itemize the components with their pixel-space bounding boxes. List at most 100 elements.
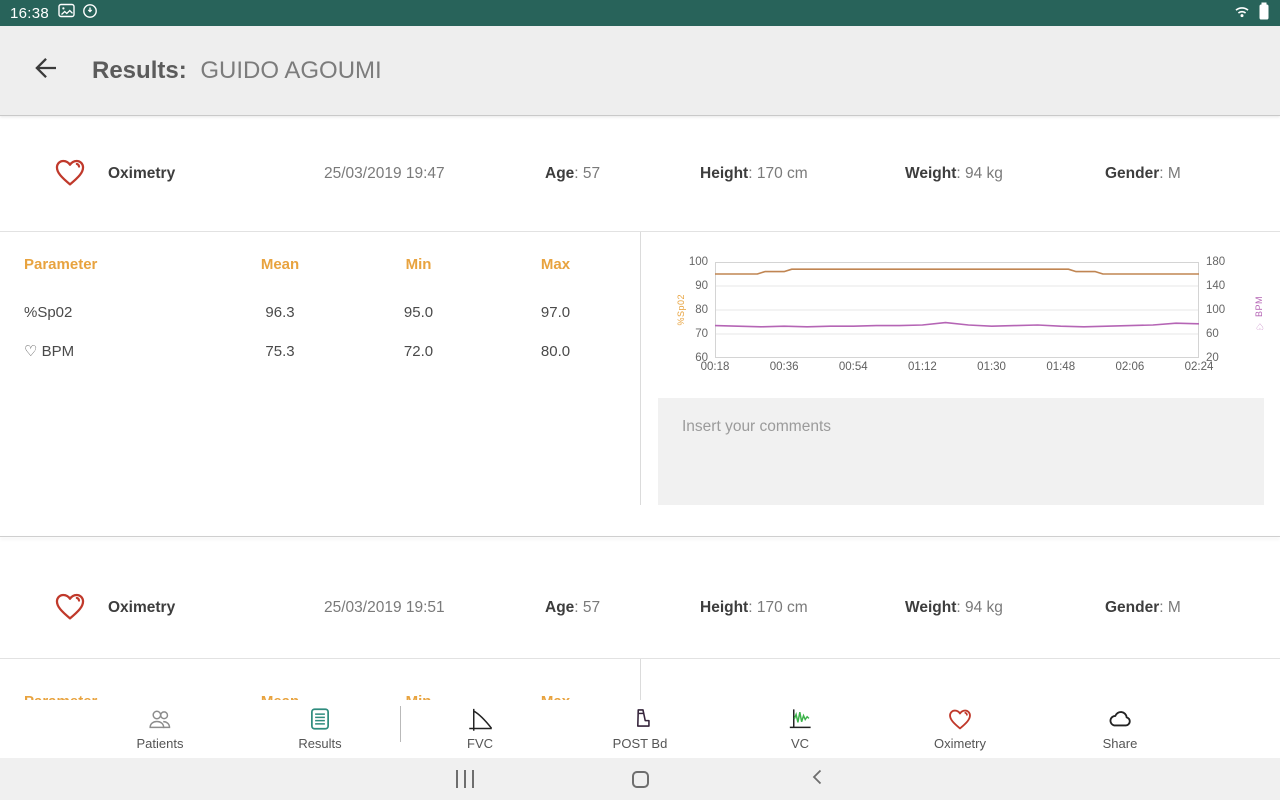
test-datetime: 25/03/2019 19:47 bbox=[306, 165, 540, 183]
age-label: Age bbox=[545, 599, 574, 616]
nav-item-label: FVC bbox=[467, 736, 493, 751]
max-value: 80.0 bbox=[487, 343, 624, 360]
clock: 16:38 bbox=[10, 5, 49, 22]
data-usage-icon bbox=[82, 3, 98, 24]
cloud-share-icon bbox=[1106, 705, 1134, 733]
vc-waveform-icon bbox=[787, 705, 814, 733]
heart-icon bbox=[0, 155, 90, 194]
table-row: ♡ BPM 75.3 72.0 80.0 bbox=[24, 342, 640, 360]
recents-button[interactable] bbox=[435, 758, 495, 800]
gender-label: Gender bbox=[1105, 599, 1159, 616]
weight-label: Weight bbox=[905, 165, 956, 182]
age-value: 57 bbox=[583, 599, 600, 616]
weight-label: Weight bbox=[905, 599, 956, 616]
axis-tick: 70 bbox=[674, 327, 708, 341]
height-info: Height: 170 cm bbox=[700, 165, 905, 183]
test-name: Oximetry bbox=[90, 599, 306, 617]
gender-value: M bbox=[1168, 165, 1181, 182]
axis-tick: 02:06 bbox=[1108, 361, 1152, 373]
page-title: Results: GUIDO AGOUMI bbox=[92, 57, 382, 85]
nav-item-oximetry[interactable]: Oximetry bbox=[880, 700, 1040, 758]
result-card-1-body: Parameter Mean Min Max %Sp02 96.3 95.0 9… bbox=[0, 232, 1280, 505]
mean-value: 75.3 bbox=[210, 343, 350, 360]
back-button[interactable] bbox=[28, 53, 64, 89]
axis-tick: 02:24 bbox=[1177, 361, 1221, 373]
battery-icon bbox=[1258, 1, 1270, 26]
home-icon bbox=[632, 771, 649, 788]
axis-tick: 100 bbox=[1206, 303, 1240, 317]
gender-value: M bbox=[1168, 599, 1181, 616]
nav-item-label: Results bbox=[298, 736, 341, 751]
col-mean: Mean bbox=[210, 256, 350, 273]
gender-info: Gender: M bbox=[1105, 165, 1280, 183]
back-chevron-icon bbox=[809, 767, 825, 792]
axis-tick: 01:12 bbox=[900, 361, 944, 373]
gender-label: Gender bbox=[1105, 165, 1159, 182]
col-min: Min bbox=[350, 256, 487, 273]
nav-item-label: POST Bd bbox=[613, 736, 668, 751]
patient-name: GUIDO AGOUMI bbox=[200, 57, 381, 84]
height-label: Height bbox=[700, 599, 748, 616]
screenshot-icon bbox=[58, 3, 75, 23]
axis-tick: 00:18 bbox=[693, 361, 737, 373]
mean-value: 96.3 bbox=[210, 304, 350, 321]
oximetry-chart: %Sp02 10090807060 1801401006020 00:1800:… bbox=[658, 256, 1264, 378]
results-list: Oximetry 25/03/2019 19:47 Age: 57 Height… bbox=[0, 117, 1280, 800]
separator: : bbox=[956, 165, 965, 182]
oximetry-chart-plot bbox=[715, 262, 1199, 358]
separator: : bbox=[748, 165, 757, 182]
nav-item-results[interactable]: Results bbox=[240, 700, 400, 758]
age-info: Age: 57 bbox=[540, 599, 700, 617]
right-axis-title: ♡ BPM bbox=[1254, 296, 1264, 331]
nav-item-postbd[interactable]: POST Bd bbox=[560, 700, 720, 758]
parameter-table: Parameter Mean Min Max %Sp02 96.3 95.0 9… bbox=[0, 232, 641, 505]
nav-item-share[interactable]: Share bbox=[1040, 700, 1200, 758]
axis-tick: 80 bbox=[674, 303, 708, 317]
home-button[interactable] bbox=[610, 758, 670, 800]
comments-box bbox=[658, 398, 1264, 505]
min-value: 95.0 bbox=[350, 304, 487, 321]
axis-tick: 00:36 bbox=[762, 361, 806, 373]
min-value: 72.0 bbox=[350, 343, 487, 360]
recents-icon bbox=[456, 770, 474, 788]
comments-input[interactable] bbox=[658, 398, 1264, 505]
age-info: Age: 57 bbox=[540, 165, 700, 183]
nav-item-label: VC bbox=[791, 736, 809, 751]
axis-tick: 100 bbox=[674, 255, 708, 269]
nav-item-vc[interactable]: VC bbox=[720, 700, 880, 758]
result-card-1-header[interactable]: Oximetry 25/03/2019 19:47 Age: 57 Height… bbox=[0, 117, 1280, 231]
axis-tick: 140 bbox=[1206, 279, 1240, 293]
separator: : bbox=[574, 599, 583, 616]
col-max: Max bbox=[487, 256, 624, 273]
nav-group-divider bbox=[400, 706, 401, 742]
axis-tick: 60 bbox=[1206, 327, 1240, 341]
param-name: ♡ BPM bbox=[24, 342, 210, 360]
weight-value: 94 kg bbox=[965, 599, 1003, 616]
android-navigation-bar bbox=[0, 758, 1280, 800]
axis-tick: 00:54 bbox=[831, 361, 875, 373]
back-nav-button[interactable] bbox=[787, 758, 847, 800]
nav-item-label: Patients bbox=[137, 736, 184, 751]
separator: : bbox=[956, 599, 965, 616]
table-row: %Sp02 96.3 95.0 97.0 bbox=[24, 304, 640, 321]
axis-tick: 180 bbox=[1206, 255, 1240, 269]
app-header: Results: GUIDO AGOUMI bbox=[0, 26, 1280, 116]
nav-item-label: Oximetry bbox=[934, 736, 986, 751]
back-arrow-icon bbox=[31, 53, 61, 88]
weight-info: Weight: 94 kg bbox=[905, 165, 1105, 183]
title-prefix: Results: bbox=[92, 57, 187, 84]
max-value: 97.0 bbox=[487, 304, 624, 321]
status-bar: 16:38 bbox=[0, 0, 1280, 26]
age-value: 57 bbox=[583, 165, 600, 182]
height-info: Height: 170 cm bbox=[700, 599, 905, 617]
result-card-2-header[interactable]: Oximetry 25/03/2019 19:51 Age: 57 Height… bbox=[0, 558, 1280, 658]
spacer bbox=[0, 537, 1280, 558]
weight-info: Weight: 94 kg bbox=[905, 599, 1105, 617]
height-value: 170 cm bbox=[757, 599, 808, 616]
nav-item-patients[interactable]: Patients bbox=[80, 700, 240, 758]
weight-value: 94 kg bbox=[965, 165, 1003, 182]
height-label: Height bbox=[700, 165, 748, 182]
nav-item-fvc[interactable]: FVC bbox=[400, 700, 560, 758]
patients-icon bbox=[147, 705, 174, 733]
heart-icon bbox=[947, 705, 973, 733]
